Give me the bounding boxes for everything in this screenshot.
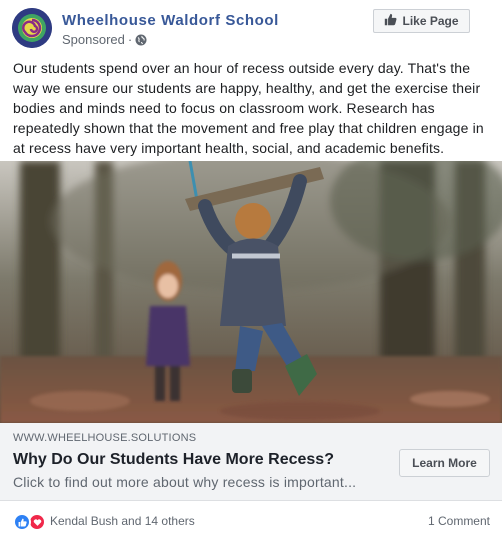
like-page-label: Like Page [402,14,459,28]
thumbs-up-icon [384,13,397,29]
link-preview[interactable]: WWW.WHEELHOUSE.SOLUTIONS Why Do Our Stud… [0,423,502,501]
learn-more-button[interactable]: Learn More [399,449,490,477]
sponsored-post: Wheelhouse Waldorf School Sponsored · Li… [0,0,502,541]
post-body-text: Our students spend over an hour of reces… [13,60,484,156]
separator-dot: · [127,32,133,47]
link-domain: WWW.WHEELHOUSE.SOLUTIONS [13,432,197,444]
like-reaction-icon [13,513,31,531]
globe-icon [135,34,147,46]
reaction-icons[interactable] [13,513,47,531]
reactors-link[interactable]: Kendal Bush and 14 others [50,514,195,528]
sponsored-label[interactable]: Sponsored [62,32,125,47]
reactions-bar: Kendal Bush and 14 others 1 Comment [0,501,502,541]
link-description: Click to find out more about why recess … [13,474,357,490]
page-avatar[interactable] [12,8,52,48]
like-page-button[interactable]: Like Page [373,9,470,33]
post-image[interactable] [0,161,502,423]
page-name-link[interactable]: Wheelhouse Waldorf School [62,12,279,29]
post-header: Wheelhouse Waldorf School Sponsored · Li… [0,0,502,52]
link-title[interactable]: Why Do Our Students Have More Recess? [13,451,334,469]
comments-count-link[interactable]: 1 Comment [428,514,490,528]
sponsored-row: Sponsored · [62,32,147,47]
